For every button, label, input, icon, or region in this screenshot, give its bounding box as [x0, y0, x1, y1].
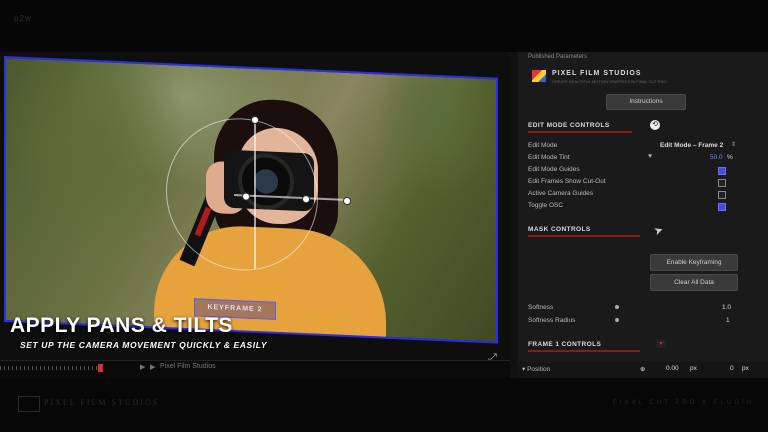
section-divider [528, 350, 640, 352]
softness-slider[interactable] [615, 305, 619, 309]
position-y-value[interactable]: 0 [730, 365, 734, 372]
playhead[interactable] [98, 364, 103, 372]
pointer-cursor-icon: ➤ [652, 223, 666, 239]
heart-icon[interactable]: ♥ [648, 153, 652, 160]
position-label: ▾ Position [522, 366, 551, 373]
clear-all-data-button[interactable]: Clear All Data [650, 274, 738, 291]
dropdown-icon[interactable]: ▾ [656, 340, 666, 348]
edit-mode-label: Edit Mode [528, 142, 558, 149]
timeline-clip-label: Pixel Film Studios [160, 363, 216, 370]
softness-radius-label: Softness Radius [528, 317, 576, 324]
viewer: KEYFRAME 2 APPLY PANS & TILTS SET UP THE… [0, 52, 510, 379]
toggle-osc-checkbox[interactable] [718, 203, 726, 211]
edit-mode-tint-value[interactable]: 50.0 [710, 154, 723, 161]
position-x-unit: px [690, 365, 697, 372]
stepper-icon[interactable]: ⇕ [731, 141, 736, 148]
promo-subtitle: SET UP THE CAMERA MOVEMENT QUICKLY & EAS… [20, 340, 268, 350]
section-divider [528, 235, 640, 237]
softness-value[interactable]: 1.0 [722, 304, 731, 311]
instructions-button[interactable]: Instructions [606, 94, 686, 110]
osc-handle-left[interactable] [242, 192, 250, 201]
top-bar: p2w [0, 0, 768, 52]
mask-section-title: MASK CONTROLS [528, 226, 591, 233]
promo-title: APPLY PANS & TILTS [10, 314, 233, 337]
edit-mode-tint-label: Edit Mode Tint [528, 154, 570, 161]
top-bar-label: p2w [14, 14, 32, 23]
osc-handle-center[interactable] [302, 195, 310, 204]
position-y-unit: px [742, 365, 749, 372]
edit-mode-guides-label: Edit Mode Guides [528, 166, 580, 173]
brand-name: PIXEL FILM STUDIOS [552, 70, 642, 77]
active-camera-guides-checkbox[interactable] [718, 191, 726, 199]
reset-icon[interactable]: ⟲ [650, 120, 660, 130]
video-canvas[interactable]: KEYFRAME 2 [4, 56, 498, 344]
brand-logo-icon [532, 70, 546, 82]
marker-icon[interactable]: ▶ [150, 363, 155, 371]
footer-brand: PIXEL FILM STUDIOS [44, 398, 160, 407]
enable-keyframing-button[interactable]: Enable Keyframing [650, 254, 738, 271]
active-camera-guides-label: Active Camera Guides [528, 190, 594, 197]
position-row[interactable]: ▾ Position ⊕ 0.00 px 0 px [518, 362, 768, 378]
marker-icon[interactable]: ▶ [140, 363, 145, 371]
footer-logo-icon [18, 396, 40, 412]
frame-section-title: FRAME 1 CONTROLS [528, 341, 602, 348]
timeline-ruler [0, 366, 100, 370]
softness-radius-slider[interactable] [615, 318, 619, 322]
osc-handle-right[interactable] [343, 196, 351, 206]
osc-handle-top[interactable] [251, 115, 259, 125]
edit-mode-select[interactable]: Edit Mode – Frame 2 [660, 142, 723, 149]
footer-tagline: FINAL CUT PRO X PLUGIN [612, 400, 754, 406]
toggle-osc-label: Toggle OSC [528, 202, 564, 209]
brand-tagline: CREATE BEAUTIFUL MOTION GRAPHICS IN FINA… [552, 79, 667, 84]
percent-unit: % [727, 154, 733, 161]
inspector-panel: Published Parameters PIXEL FILM STUDIOS … [518, 52, 768, 378]
position-label-text: Position [527, 366, 551, 373]
softness-label: Softness [528, 304, 554, 311]
softness-radius-value[interactable]: 1 [726, 317, 730, 324]
bottom-bar: PIXEL FILM STUDIOS FINAL CUT PRO X PLUGI… [0, 378, 768, 432]
app-window: KEYFRAME 2 APPLY PANS & TILTS SET UP THE… [0, 52, 768, 379]
panel-header: Published Parameters [528, 54, 588, 60]
edit-frames-cutout-label: Edit Frames Show Cut-Out [528, 178, 606, 185]
edit-mode-section-title: EDIT MODE CONTROLS [528, 122, 610, 129]
section-divider [528, 131, 632, 133]
crosshair-icon[interactable]: ⊕ [640, 365, 645, 373]
edit-frames-cutout-checkbox[interactable] [718, 179, 726, 187]
position-x-value[interactable]: 0.00 [666, 365, 679, 372]
timeline[interactable]: ▶ ▶ Pixel Film Studios [0, 360, 510, 379]
edit-mode-guides-checkbox[interactable] [718, 167, 726, 175]
